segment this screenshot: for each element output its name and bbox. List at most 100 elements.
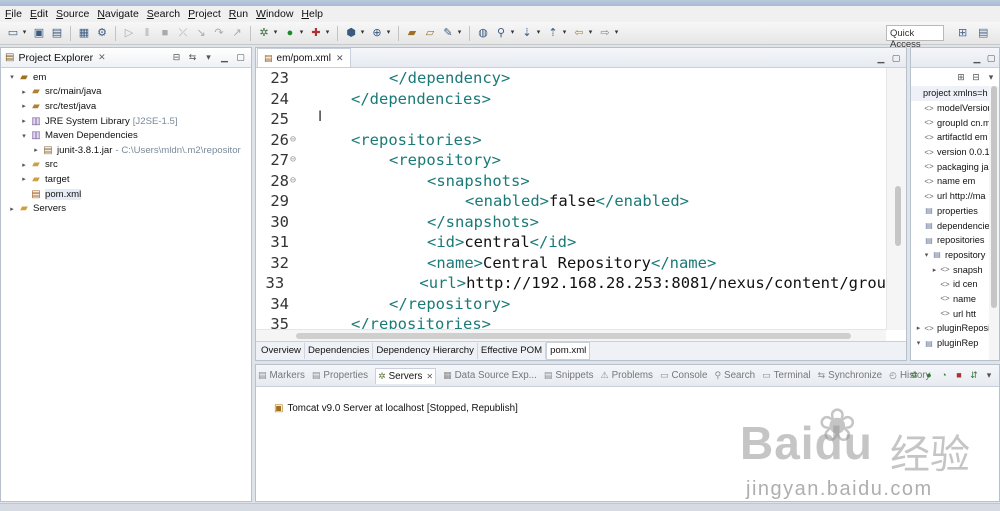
project-explorer-tab[interactable]: ▤ Project Explorer ✕ ⊟ ⇆ ▾ ▁ ▢ (1, 48, 251, 68)
outline-item[interactable]: ▤ dependencie (911, 218, 999, 233)
previous-annotation-dropdown-icon[interactable]: ▾ (561, 26, 568, 40)
new-icon[interactable]: ▭ (6, 26, 20, 40)
view-menu-icon[interactable]: ▾ (985, 71, 997, 83)
page-tab-dependencies[interactable]: Dependencies (305, 343, 374, 359)
tab-terminal[interactable]: ▭ Terminal (762, 370, 811, 381)
new-server-dropdown-icon[interactable]: ▾ (359, 26, 366, 40)
menu-item-run[interactable]: Run (227, 7, 254, 21)
suspend-icon[interactable]: ‖ (140, 26, 154, 40)
outline-item[interactable]: <> url htt (911, 306, 999, 321)
twisty-icon[interactable]: ▾ (922, 251, 931, 259)
twisty-icon[interactable]: ▸ (914, 324, 923, 332)
outline-item[interactable]: <> id cen (911, 277, 999, 292)
run-icon[interactable]: ● (283, 26, 297, 40)
outline-item[interactable]: <> url http://ma (911, 189, 999, 204)
outline-item[interactable]: <> version 0.0.1 (911, 145, 999, 160)
view-menu-icon[interactable]: ▾ (983, 369, 995, 381)
outline-tool-icon[interactable]: ⊞ (955, 71, 967, 83)
vertical-scrollbar[interactable] (886, 68, 906, 330)
tab-synchronize[interactable]: ⇆ Synchronize (818, 370, 882, 381)
start-server-icon[interactable]: ● (923, 369, 935, 381)
scrollbar-thumb[interactable] (991, 86, 997, 308)
new-dropdown-icon[interactable]: ▾ (21, 26, 28, 40)
java-ee-perspective-icon[interactable]: ▤ (978, 26, 992, 40)
run-dropdown-icon[interactable]: ▾ (298, 26, 305, 40)
build-icon[interactable]: ⚙ (95, 26, 109, 40)
menu-item-help[interactable]: Help (299, 7, 329, 21)
search-dropdown-icon[interactable]: ▾ (456, 26, 463, 40)
debug-icon[interactable]: ✲ (257, 26, 271, 40)
close-icon[interactable]: ✕ (336, 53, 344, 64)
new-server-icon[interactable]: ⬢ (344, 26, 358, 40)
debug-dropdown-icon[interactable]: ▾ (272, 26, 279, 40)
search-toolbar-icon[interactable]: ✎ (441, 26, 455, 40)
step-over-icon[interactable]: ↷ (212, 26, 226, 40)
publish-icon[interactable]: ⇵ (968, 369, 980, 381)
resume-icon[interactable]: ▷ (122, 26, 136, 40)
twisty-icon[interactable]: ▾ (19, 132, 29, 140)
collapse-all-icon[interactable]: ⊟ (170, 51, 183, 64)
tree-item[interactable]: ▸ ▤ junit-3.8.1.jar - C:\Users\mldn\.m2\rep… (1, 143, 251, 158)
maximize-icon[interactable]: ▢ (890, 52, 902, 64)
forward-dropdown-icon[interactable]: ▾ (613, 26, 620, 40)
tab-snippets[interactable]: ▤ Snippets (544, 370, 594, 381)
outline-item[interactable]: ▾ ▤ pluginRep (911, 336, 999, 351)
step-into-icon[interactable]: ↘ (194, 26, 208, 40)
previous-annotation-icon[interactable]: ⇡ (546, 26, 560, 40)
tree-item[interactable]: ▾ ▥ Maven Dependencies (1, 128, 251, 143)
link-with-editor-icon[interactable]: ⇆ (186, 51, 199, 64)
external-tools-icon[interactable]: ✚ (309, 26, 323, 40)
editor-tab-pom[interactable]: ▤ em/pom.xml ✕ (257, 48, 351, 67)
twisty-icon[interactable]: ▸ (31, 146, 41, 154)
menu-item-file[interactable]: File (3, 7, 28, 21)
open-task-icon[interactable]: ▱ (423, 26, 437, 40)
new-class-dropdown-icon[interactable]: ▾ (385, 26, 392, 40)
open-perspective-icon[interactable]: ⊞ (958, 26, 972, 40)
tab-console[interactable]: ▭ Console (660, 370, 707, 381)
minimize-icon[interactable]: ▁ (875, 52, 887, 64)
tree-item[interactable]: ▸ ▰ src (1, 158, 251, 173)
open-type-icon[interactable]: ▰ (405, 26, 419, 40)
menu-item-source[interactable]: Source (54, 7, 95, 21)
terminal-icon[interactable]: ▦ (77, 26, 91, 40)
outline-item[interactable]: ▤ repositories (911, 233, 999, 248)
outline-item[interactable]: ▤ properties (911, 204, 999, 219)
outline-item[interactable]: <> groupId cn.m (911, 115, 999, 130)
tab-problems[interactable]: ⚠ Problems (601, 370, 653, 381)
disconnect-icon[interactable]: ⤫ (176, 26, 190, 40)
pin-dropdown-icon[interactable]: ▾ (509, 26, 516, 40)
twisty-icon[interactable]: ▸ (19, 88, 29, 96)
fold-icon[interactable]: ⊖ (289, 130, 309, 151)
minimize-icon[interactable]: ▁ (218, 51, 231, 64)
tab-markers[interactable]: ▤ Markers (258, 370, 305, 381)
close-icon[interactable]: ✕ (426, 372, 433, 381)
save-icon[interactable]: ▣ (32, 26, 46, 40)
twisty-icon[interactable]: ▸ (19, 175, 29, 183)
tree-item[interactable]: ▸ ▥ JRE System Library [J2SE-1.5] (1, 114, 251, 129)
vertical-scrollbar[interactable] (989, 86, 999, 360)
next-annotation-icon[interactable]: ⇣ (520, 26, 534, 40)
horizontal-scrollbar[interactable] (256, 329, 886, 341)
next-annotation-dropdown-icon[interactable]: ▾ (535, 26, 542, 40)
profile-server-icon[interactable]: ◔ (938, 369, 950, 381)
menu-item-window[interactable]: Window (254, 7, 299, 21)
quick-access-input[interactable]: Quick Access (886, 25, 944, 50)
twisty-icon[interactable]: ▸ (19, 161, 29, 169)
menu-item-edit[interactable]: Edit (28, 7, 54, 21)
twisty-icon[interactable]: ▾ (7, 73, 17, 81)
tab-data-source-exp[interactable]: ▦ Data Source Exp... (443, 370, 537, 381)
tree-item[interactable]: ▸ ▰ target (1, 172, 251, 187)
server-row[interactable]: ▣ Tomcat v9.0 Server at localhost [Stopp… (274, 403, 518, 414)
tab-properties[interactable]: ▤ Properties (312, 370, 368, 381)
page-tab-dependency-hierarchy[interactable]: Dependency Hierarchy (373, 343, 478, 359)
tree-item[interactable]: ▤ pom.xml (1, 187, 251, 202)
outline-item[interactable]: <> name em (911, 174, 999, 189)
menu-item-project[interactable]: Project (186, 7, 227, 21)
debug-server-icon[interactable]: ✲ (908, 369, 920, 381)
outline-item[interactable]: ▸ <> snapsh (911, 262, 999, 277)
outline-item[interactable]: ▸ <> pluginReposi (911, 321, 999, 336)
maximize-icon[interactable]: ▢ (234, 51, 247, 64)
terminate-icon[interactable]: ■ (158, 26, 172, 40)
maximize-icon[interactable]: ▢ (985, 52, 997, 64)
view-menu-icon[interactable]: ▾ (202, 51, 215, 64)
